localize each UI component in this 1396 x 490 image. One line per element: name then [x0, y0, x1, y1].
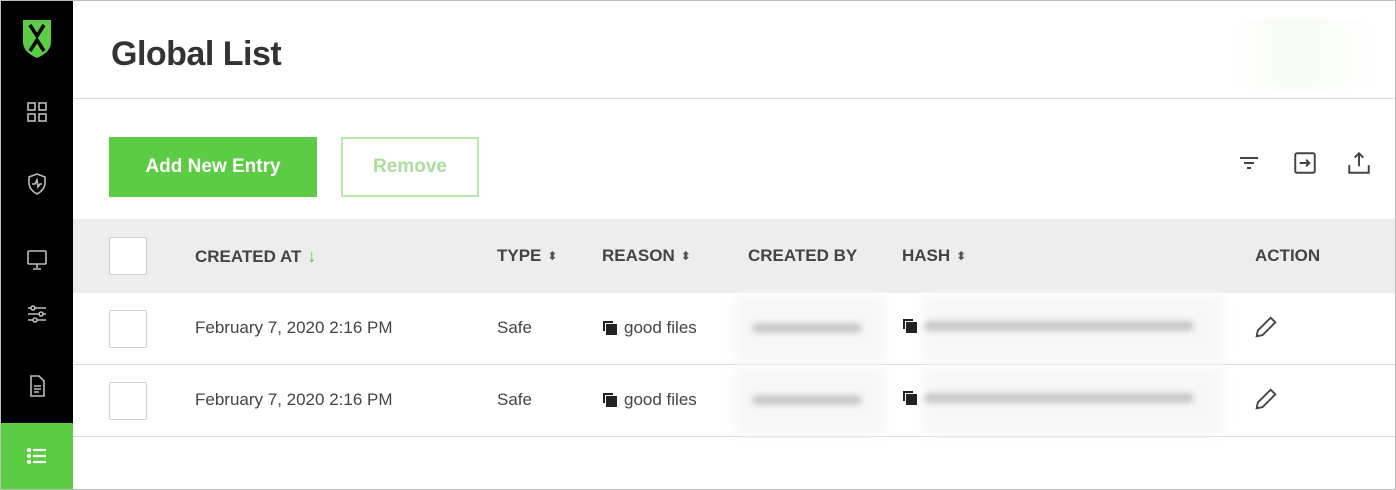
reason-cell: good files	[602, 390, 697, 410]
table-row[interactable]: February 7, 2020 2:16 PM Safe good files	[73, 293, 1395, 365]
sort-icon: ⬍	[547, 249, 558, 263]
type-cell: Safe	[497, 318, 532, 337]
page-title: Global List	[111, 35, 282, 73]
toolbar: Add New Entry Remove	[73, 99, 1395, 219]
edit-pencil-icon[interactable]	[1252, 313, 1280, 341]
redacted-text	[752, 395, 862, 405]
edit-pencil-icon[interactable]	[1252, 385, 1280, 413]
copy-icon[interactable]	[602, 320, 618, 336]
filter-icon[interactable]	[1231, 145, 1267, 181]
column-created-at[interactable]: CREATED AT ↓	[195, 246, 316, 267]
row-checkbox[interactable]	[109, 382, 147, 420]
reason-text: good files	[624, 318, 697, 337]
created-at-cell: February 7, 2020 2:16 PM	[195, 318, 393, 337]
sidebar-item-dashboard[interactable]	[1, 79, 73, 145]
column-type-label: TYPE	[497, 246, 542, 265]
sidebar-item-reports[interactable]	[1, 353, 73, 419]
column-hash-label: HASH	[902, 246, 951, 265]
sidebar-item-global-list[interactable]	[1, 423, 73, 489]
copy-icon[interactable]	[602, 392, 618, 408]
reason-cell: good files	[602, 318, 697, 338]
document-icon	[30, 375, 45, 397]
sidebar	[1, 1, 73, 489]
created-at-cell: February 7, 2020 2:16 PM	[195, 390, 393, 409]
column-action-label: ACTION	[1255, 246, 1321, 265]
copy-icon[interactable]	[902, 390, 918, 406]
dashboard-grid-icon	[27, 102, 47, 122]
column-reason-label: REASON	[602, 246, 675, 265]
row-checkbox[interactable]	[109, 310, 147, 348]
shield-logo-icon[interactable]	[1, 1, 73, 75]
column-created-by: CREATED BY	[748, 246, 857, 266]
type-cell: Safe	[497, 390, 532, 409]
page-header: Global List	[73, 1, 1395, 99]
sidebar-item-policies[interactable]	[1, 281, 73, 347]
redacted-hash	[924, 393, 1194, 403]
column-created-by-label: CREATED BY	[748, 246, 858, 265]
select-all-checkbox[interactable]	[109, 237, 147, 275]
sliders-icon	[28, 305, 46, 323]
global-list-table: CREATED AT ↓ TYPE ⬍ REASON ⬍ CREATED BY …	[73, 219, 1395, 437]
column-type[interactable]: TYPE ⬍	[497, 246, 557, 266]
redacted-text	[752, 323, 862, 333]
copy-icon[interactable]	[902, 318, 918, 334]
import-icon[interactable]	[1287, 145, 1323, 181]
created-by-cell	[752, 323, 862, 333]
column-hash[interactable]: HASH ⬍	[902, 246, 966, 266]
export-icon[interactable]	[1341, 145, 1377, 181]
monitor-icon	[27, 250, 47, 270]
hash-cell	[902, 318, 1194, 334]
sort-icon: ⬍	[680, 249, 691, 263]
remove-button[interactable]: Remove	[341, 137, 479, 197]
redacted-user-area	[1231, 19, 1381, 89]
sort-descending-icon: ↓	[307, 246, 317, 266]
sidebar-item-threats[interactable]	[1, 151, 73, 217]
sort-icon: ⬍	[956, 249, 967, 263]
reason-text: good files	[624, 390, 697, 409]
column-reason[interactable]: REASON ⬍	[602, 246, 691, 266]
column-created-at-label: CREATED AT	[195, 246, 302, 266]
created-by-cell	[752, 395, 862, 405]
table-header-row: CREATED AT ↓ TYPE ⬍ REASON ⬍ CREATED BY …	[73, 219, 1395, 293]
column-action: ACTION	[1255, 246, 1320, 266]
redacted-hash	[924, 321, 1194, 331]
hash-cell	[902, 390, 1194, 406]
add-new-entry-button[interactable]: Add New Entry	[109, 137, 317, 197]
list-icon	[26, 447, 46, 465]
shield-alert-icon	[28, 173, 46, 195]
table-row[interactable]: February 7, 2020 2:16 PM Safe good files	[73, 365, 1395, 437]
